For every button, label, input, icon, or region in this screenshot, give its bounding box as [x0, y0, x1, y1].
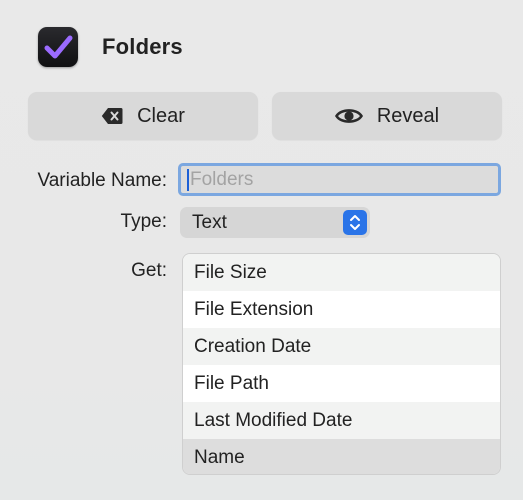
type-select[interactable]: Text: [180, 207, 370, 238]
delete-backward-icon: [101, 107, 123, 125]
checkmark-app-icon: [38, 27, 78, 67]
get-options-list: File Size File Extension Creation Date F…: [182, 253, 501, 475]
clear-button[interactable]: Clear: [28, 92, 258, 140]
variable-name-label: Variable Name:: [37, 170, 167, 191]
type-select-value: Text: [192, 211, 227, 233]
get-option-name[interactable]: Name: [183, 439, 500, 474]
reveal-button[interactable]: Reveal: [272, 92, 502, 140]
clear-button-label: Clear: [137, 104, 185, 127]
get-label: Get:: [131, 260, 167, 281]
get-option-file-extension[interactable]: File Extension: [183, 291, 500, 328]
get-option-file-size[interactable]: File Size: [183, 254, 500, 291]
page-title: Folders: [102, 34, 183, 59]
eye-icon: [334, 107, 363, 125]
chevron-up-down-icon: [343, 210, 367, 235]
type-label: Type:: [120, 211, 167, 232]
reveal-button-label: Reveal: [376, 104, 440, 127]
get-option-last-modified-date[interactable]: Last Modified Date: [183, 402, 500, 439]
variable-editor-panel: Folders Clear Reveal Variable Name: Type…: [0, 0, 523, 500]
checkmark-icon: [44, 35, 73, 59]
get-option-creation-date[interactable]: Creation Date: [183, 328, 500, 365]
variable-name-field[interactable]: [178, 163, 501, 196]
get-option-file-path[interactable]: File Path: [183, 365, 500, 402]
variable-name-input[interactable]: [187, 168, 498, 191]
